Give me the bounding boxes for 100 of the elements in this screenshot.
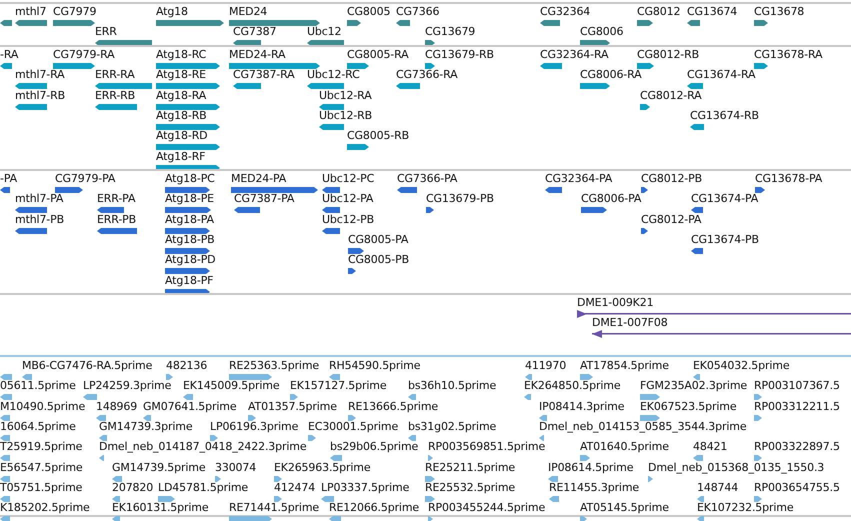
feature-label: CG7979-PA (55, 173, 116, 185)
feature-label: RP003322897.5 (754, 441, 840, 454)
feature-label: Ubc12 (307, 26, 342, 38)
feature-label: EK157127.5prime (290, 380, 386, 392)
feature-label: mthl7-RB (15, 90, 66, 102)
feature-label: CG13678-PA (755, 173, 822, 185)
feature-label: -PA (0, 173, 17, 185)
feature-label: LP06196.3prime (210, 420, 298, 433)
feature-label: CG8006 (580, 26, 624, 38)
feature-label: RE25532.5prime (425, 482, 516, 494)
feature-label: AT01357.5prime (248, 400, 337, 413)
feature-label: CG13674-PA (691, 193, 758, 206)
feature-label: mthl7-PB (15, 214, 64, 226)
feature-label: Atg18-PE (165, 193, 214, 206)
feature-label: CG8012 (637, 6, 680, 18)
feature-label: EC30001.5prime (308, 420, 398, 433)
feature-label: LD45781.5prime (158, 482, 248, 494)
feature-label: Ubc12-PC (322, 173, 374, 185)
feature-label: Atg18-PF (165, 274, 214, 286)
feature-label: CG13679-PB (426, 193, 494, 206)
feature-label: bs29b06.5prime (330, 441, 418, 454)
feature-label: RH54590.5prime (329, 360, 420, 372)
feature-label: Atg18-PD (165, 254, 216, 266)
feature-label: ERR (95, 26, 117, 38)
feature-label: Atg18-PC (165, 173, 215, 185)
feature-label: Ubc12-PB (322, 214, 374, 226)
feature-label: RP003569851.5prime (428, 441, 546, 454)
feature-label: CG8012-RA (640, 90, 702, 102)
feature-label: AT17854.5prime (580, 360, 669, 372)
feature-label: Atg18-RA (156, 90, 206, 102)
feature-label: EK160131.5prime (112, 502, 208, 514)
feature-label: GM14739.3prime (99, 420, 192, 433)
feature-label: Atg18-RE (156, 69, 206, 82)
feature-label: Dmel_neb_015368_0135_1550.3 (648, 462, 824, 474)
feature-label: CG13674 (687, 6, 738, 18)
feature-label: RP003455244.5prime (428, 502, 546, 514)
feature-label: T05751.5prime (0, 482, 82, 494)
feature-label: 148969 (96, 400, 138, 413)
feature-label: CG13678-RA (754, 49, 822, 61)
feature-label: CG8012-PA (641, 214, 702, 226)
feature-label: ERR-RB (95, 90, 136, 102)
feature-label: CG13674-PB (691, 234, 759, 246)
feature-label: RE71441.5prime (229, 502, 320, 514)
feature-label: GM07641.5prime (143, 400, 236, 413)
feature-label: bs36h10.5prime (408, 380, 496, 392)
feature-label: CG8005-RA (347, 49, 409, 61)
feature-label: CG13674-RA (687, 69, 756, 82)
feature-label: RP003654755.5 (754, 482, 840, 494)
feature-label: 16064.5prime (0, 420, 76, 433)
feature-label: CG8012-PB (641, 173, 702, 185)
feature-label: Ubc12-PA (322, 193, 374, 206)
feature-label: IP08614.5prime (548, 462, 634, 474)
feature-label: EK145009.5prime (183, 380, 280, 392)
feature-label: RP003107367.5 (754, 380, 840, 392)
feature-label: CG13678 (754, 6, 804, 18)
feature-label: FGM235A02.3prime (640, 380, 747, 392)
feature-label: CG8005-RB (347, 130, 410, 142)
feature-label: Atg18-RC (156, 49, 206, 61)
feature-label: CG8006-PA (581, 193, 642, 206)
feature-label: ERR-RA (95, 69, 135, 82)
feature-label: MED24-PA (231, 173, 286, 185)
feature-label: EK107232.5prime (697, 502, 794, 514)
feature-label: Atg18 (156, 6, 188, 18)
feature-label: CG7387-PA (234, 193, 294, 206)
feature-label: CG32364 (540, 6, 590, 18)
feature-label: Ubc12-RC (307, 69, 360, 82)
feature-label: CG32364-RA (540, 49, 608, 61)
feature-label: 412474 (274, 482, 316, 494)
feature-label: T25919.5prime (0, 441, 82, 454)
feature-label: Atg18-PB (165, 234, 215, 246)
feature-label: MED24 (229, 6, 268, 18)
feature-label: IP08414.3prime (539, 400, 624, 413)
feature-label: 05611.5prime (0, 380, 76, 392)
feature-label: Ubc12-RB (319, 110, 372, 122)
feature-label: CG8012-RB (637, 49, 700, 61)
feature-label: ERR-PA (97, 193, 136, 206)
feature-label: Atg18-RB (156, 110, 207, 122)
feature-label: RE13666.5prime (348, 400, 438, 413)
feature-label: EK265963.5prime (274, 462, 370, 474)
feature-label: CG13679 (425, 26, 476, 38)
feature-label: MED24-RA (229, 49, 286, 61)
feature-label: DME1-009K21 (577, 297, 654, 309)
feature-label: 330074 (215, 462, 256, 474)
feature-label: Atg18-RF (156, 150, 206, 162)
feature-label: RE25211.5prime (425, 462, 516, 474)
feature-label: GM14739.5prime (112, 462, 206, 474)
feature-label: RE25363.5prime (229, 360, 320, 372)
feature-label: Dmel_neb_014153_0585_3544.3prime (539, 420, 746, 433)
feature-label: LP24259.3prime (83, 380, 172, 392)
feature-label: mthl7 (15, 6, 46, 18)
feature-label: CG7366 (396, 6, 440, 18)
feature-label: EK067523.5prime (640, 400, 736, 413)
feature-label: bs31g02.5prime (408, 420, 496, 433)
feature-label: CG8005 (347, 6, 390, 18)
feature-label: CG7979-RA (53, 49, 115, 61)
feature-label: CG7387 (233, 26, 276, 38)
feature-label: CG8005-PB (348, 254, 409, 266)
feature-label: Atg18-RD (156, 130, 208, 142)
feature-label: RE12066.5prime (329, 502, 420, 514)
feature-label: ERR-PB (97, 214, 136, 226)
